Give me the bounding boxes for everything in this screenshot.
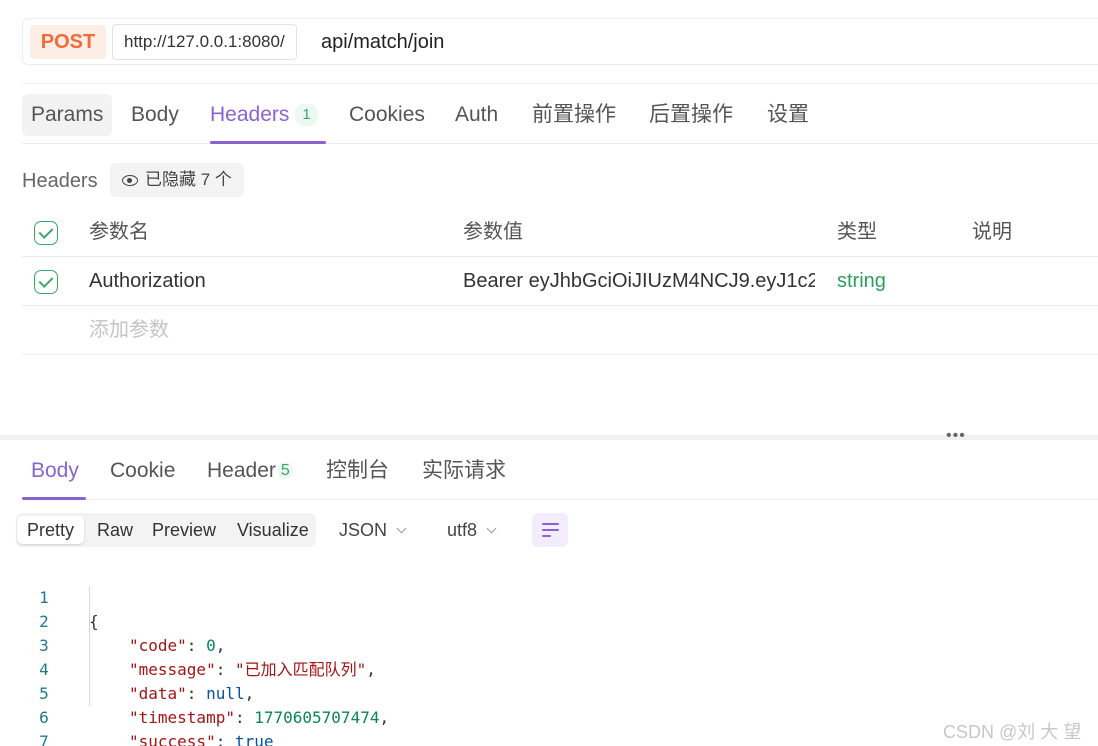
hidden-headers-toggle[interactable]: 已隐藏 7 个 <box>110 163 244 197</box>
json-boolean: true <box>234 732 274 746</box>
tab-label: 前置操作 <box>532 103 616 126</box>
response-tab-console[interactable]: 控制台 <box>326 448 389 494</box>
tab-label: Cookies <box>349 103 425 126</box>
add-param-input[interactable]: 添加参数 <box>89 306 169 354</box>
response-header-count-badge: 5 <box>277 462 293 479</box>
tab-label: Auth <box>455 103 499 126</box>
request-tabs: Params Body Headers 1 Cookies Auth 前置操作 后… <box>22 94 1098 144</box>
header-name-cell[interactable]: Authorization <box>89 257 449 305</box>
active-response-tab-indicator <box>22 497 86 500</box>
wrap-lines-button[interactable] <box>532 513 568 547</box>
hidden-headers-label: 已隐藏 7 个 <box>145 170 232 189</box>
tab-label: 后置操作 <box>649 103 733 126</box>
header-type-cell[interactable]: string <box>837 257 886 305</box>
tab-pre-request[interactable]: 前置操作 <box>532 94 616 136</box>
code-content: "success": true <box>129 730 274 746</box>
url-bar: POST http://127.0.0.1:8080/ api/match/jo… <box>22 18 1098 65</box>
select-all-checkbox-icon[interactable] <box>34 221 58 245</box>
tab-label: Params <box>31 103 104 126</box>
watermark: CSDN @刘 大 望 <box>943 722 1082 742</box>
panel-resize-bar[interactable] <box>0 435 1098 440</box>
header-value-cell[interactable]: Bearer eyJhbGciOiJIUzM4NCJ9.eyJ1c2V <box>463 257 815 305</box>
base-url[interactable]: http://127.0.0.1:8080/ <box>112 24 297 60</box>
tab-label: 设置 <box>767 103 809 126</box>
chevron-down-icon <box>486 523 497 534</box>
view-preview-button[interactable]: Preview <box>152 516 216 544</box>
format-select[interactable]: JSON <box>339 513 407 547</box>
tab-cookies[interactable]: Cookies <box>349 94 425 136</box>
response-tab-header[interactable]: Header 5 <box>207 448 293 494</box>
wrap-icon <box>542 523 559 525</box>
table-row-add: 添加参数 <box>22 306 1098 355</box>
column-header-value: 参数值 <box>463 221 523 243</box>
table-header-row: 参数名 参数值 类型 说明 <box>22 208 1098 257</box>
tab-label: Body <box>131 103 179 126</box>
tab-label: Body <box>31 459 79 482</box>
view-visualize-button[interactable]: Visualize <box>237 516 309 544</box>
tab-settings[interactable]: 设置 <box>767 94 809 136</box>
divider <box>22 83 1098 84</box>
headers-section-title: Headers <box>22 170 98 192</box>
table-row: Authorization Bearer eyJhbGciOiJIUzM4NCJ… <box>22 257 1098 306</box>
code-line: 6 "success": true <box>0 682 1098 746</box>
line-number: 7 <box>39 732 49 746</box>
column-header-desc: 说明 <box>972 221 1012 243</box>
view-raw-button[interactable]: Raw <box>97 516 133 544</box>
response-tab-body[interactable]: Body <box>31 448 79 494</box>
view-mode-segmented: Pretty Raw Preview Visualize <box>16 513 316 547</box>
code-line: 3 "message": "已加入匹配队列", <box>0 610 1098 679</box>
tab-headers[interactable]: Headers 1 <box>210 94 318 136</box>
row-checkbox-icon[interactable] <box>34 270 58 294</box>
url-path-input[interactable]: api/match/join <box>321 24 444 60</box>
code-line: 5 "timestamp": 1770605707474, <box>0 658 1098 727</box>
tab-label: Header <box>207 459 276 482</box>
code-line: 1 { <box>0 562 1098 631</box>
tab-params[interactable]: Params <box>22 94 113 136</box>
encoding-select[interactable]: utf8 <box>447 513 497 547</box>
tab-label: 实际请求 <box>422 459 506 482</box>
wrap-icon-line <box>542 535 551 537</box>
code-line: 2 "code": 0, <box>0 586 1098 655</box>
wrap-icon-line <box>542 529 559 531</box>
chevron-down-icon <box>396 523 407 534</box>
active-tab-indicator <box>210 141 326 144</box>
code-line: 7 } <box>0 706 1098 746</box>
format-select-value: JSON <box>339 520 388 540</box>
response-tabs: Body Cookie Header 5 控制台 实际请求 <box>22 448 1098 500</box>
column-header-name: 参数名 <box>89 221 149 243</box>
tab-auth[interactable]: Auth <box>455 94 498 136</box>
response-body-viewer[interactable]: 1 { 2 "code": 0, 3 "message": "已加入匹配队列",… <box>0 562 1098 746</box>
code-line: 4 "data": null, <box>0 634 1098 703</box>
encoding-select-value: utf8 <box>447 520 478 540</box>
eye-icon <box>122 175 138 186</box>
headers-table: 参数名 参数值 类型 说明 Authorization Bearer eyJhb… <box>22 208 1098 355</box>
headers-count-badge: 1 <box>295 104 318 126</box>
tab-post-request[interactable]: 后置操作 <box>649 94 733 136</box>
response-tab-actual-request[interactable]: 实际请求 <box>422 448 506 494</box>
column-header-type: 类型 <box>837 221 877 243</box>
tab-body[interactable]: Body <box>131 94 179 136</box>
json-key: "success" <box>129 732 216 746</box>
method-select[interactable]: POST <box>30 25 106 59</box>
tab-label: 控制台 <box>326 459 389 482</box>
drag-handle-icon[interactable]: ••• <box>946 428 966 444</box>
view-pretty-button[interactable]: Pretty <box>17 516 85 544</box>
tab-label: Headers <box>210 103 290 126</box>
response-tab-cookie[interactable]: Cookie <box>110 448 175 494</box>
tab-label: Cookie <box>110 459 176 482</box>
